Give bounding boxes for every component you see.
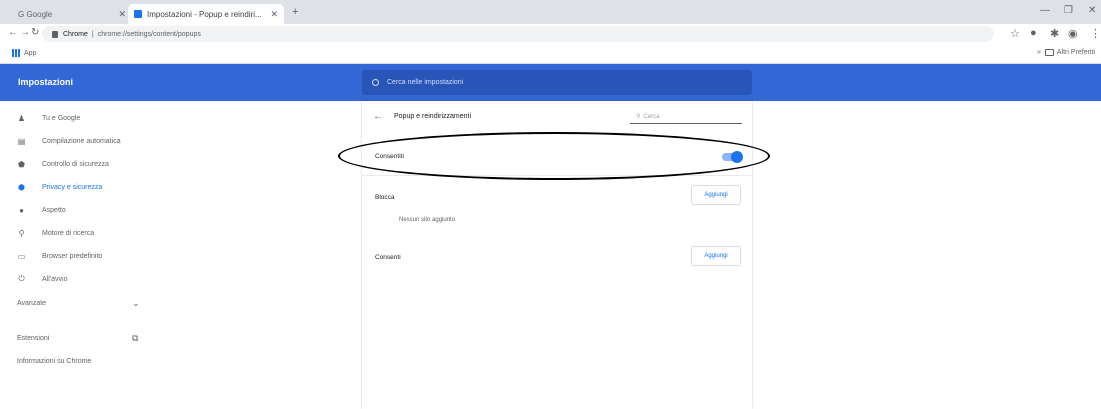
- search-icon: ⚲: [636, 114, 641, 120]
- sidebar-item-label: Browser predefinito: [42, 252, 103, 260]
- minimize-icon[interactable]: —: [1040, 5, 1050, 16]
- sidebar-item-label: Compilazione automatica: [42, 137, 121, 145]
- power-icon: ⏻: [18, 274, 25, 283]
- forward-arrow-icon[interactable]: →: [20, 27, 30, 38]
- block-empty-message: Nessun sito aggiunto: [399, 217, 456, 223]
- settings-search-input[interactable]: Cerca nelle impostazioni: [362, 70, 752, 95]
- maximize-icon[interactable]: ❐: [1064, 5, 1073, 16]
- block-section-label: Blocca: [375, 194, 395, 201]
- settings-search-placeholder: Cerca nelle impostazioni: [387, 79, 464, 86]
- reload-icon[interactable]: ↻: [31, 27, 39, 38]
- shield-icon: ⬟: [18, 159, 25, 169]
- sidebar-item-label: Privacy e sicurezza: [42, 183, 103, 191]
- subpage-search-placeholder: Cerca: [643, 113, 660, 120]
- bookmarks-bar: App » Altri Preferiti: [0, 44, 1101, 64]
- allowed-toggle[interactable]: [722, 151, 743, 163]
- sidebar-item-label: All'avvio: [42, 275, 68, 283]
- bookmark-other[interactable]: » Altri Preferiti: [1037, 49, 1095, 56]
- search-icon: ⚲: [18, 228, 25, 238]
- url-path: chrome://settings/content/popups: [97, 30, 201, 38]
- sidebar-extensions[interactable]: Estensioni ⧉: [17, 333, 138, 343]
- profile-avatar-icon[interactable]: ◉: [1068, 27, 1078, 40]
- chevron-right-icon: »: [1036, 49, 1041, 56]
- folder-icon: [1044, 49, 1054, 56]
- window-close-icon[interactable]: ✕: [1088, 5, 1096, 16]
- sidebar-item-appearance[interactable]: ● Aspetto: [16, 202, 66, 218]
- sidebar-advanced[interactable]: Avanzate ⌄: [17, 298, 140, 308]
- sidebar-about-label: Informazioni su Chrome: [17, 358, 92, 365]
- search-icon: [372, 79, 379, 86]
- tab-settings[interactable]: Impostazioni - Popup e reindiri... ✕: [128, 4, 284, 24]
- person-icon: ♟: [17, 113, 26, 123]
- sidebar-item-safety-check[interactable]: ⬟ Controllo di sicurezza: [16, 156, 109, 172]
- sidebar-item-default-browser[interactable]: ▭ Browser predefinito: [16, 248, 103, 264]
- new-tab-icon[interactable]: +: [292, 6, 298, 18]
- sidebar-advanced-label: Avanzate: [17, 300, 47, 307]
- url-host: Chrome: [63, 30, 88, 38]
- apps-label: App: [24, 49, 37, 57]
- chevron-down-icon: ⌄: [132, 298, 140, 308]
- settings-favicon-icon: [134, 10, 142, 18]
- lock-icon: [52, 30, 58, 38]
- sidebar-item-label: Motore di ricerca: [42, 229, 95, 237]
- star-icon[interactable]: ☆: [1010, 27, 1020, 40]
- address-bar[interactable]: Chrome | chrome://settings/content/popup…: [42, 26, 994, 42]
- sidebar-item-on-startup[interactable]: ⏻ All'avvio: [16, 271, 67, 287]
- sidebar-item-you-and-google[interactable]: ♟ Tu e Google: [16, 110, 80, 126]
- tab-settings-label: Impostazioni - Popup e reindiri...: [147, 9, 262, 19]
- tab-strip: G Google ✕ Impostazioni - Popup e reindi…: [0, 0, 1101, 24]
- close-icon[interactable]: ✕: [270, 9, 278, 20]
- allow-add-button[interactable]: Aggiungi: [691, 246, 741, 266]
- subpage-search-input[interactable]: ⚲ Cerca: [630, 110, 742, 124]
- open-in-new-icon: ⧉: [132, 333, 139, 343]
- extension-icon[interactable]: ●: [1030, 27, 1037, 39]
- sidebar-item-label: Controllo di sicurezza: [42, 160, 109, 168]
- apps-grid-icon: [12, 49, 20, 57]
- sidebar-item-privacy[interactable]: ⬢ Privacy e sicurezza: [16, 179, 102, 195]
- sidebar-extensions-label: Estensioni: [17, 335, 50, 342]
- back-arrow-icon[interactable]: ←: [8, 27, 18, 38]
- page-title: Impostazioni: [18, 77, 74, 87]
- block-add-button[interactable]: Aggiungi: [691, 185, 741, 205]
- shield-check-icon: ⬢: [18, 182, 25, 192]
- browser-toolbar: ← → ↻ Chrome | chrome://settings/content…: [0, 24, 1101, 44]
- sidebar-item-search-engine[interactable]: ⚲ Motore di ricerca: [16, 225, 95, 241]
- puzzle-icon[interactable]: ✱: [1050, 27, 1059, 40]
- back-arrow-icon[interactable]: ←: [373, 111, 383, 122]
- other-bookmarks-label: Altri Preferiti: [1056, 49, 1095, 56]
- menu-kebab-icon[interactable]: ⋮: [1090, 27, 1101, 40]
- tab-google-label: G Google: [18, 9, 53, 19]
- sidebar-item-autofill[interactable]: ▤ Compilazione automatica: [16, 133, 121, 149]
- sidebar-item-label: Aspetto: [42, 206, 66, 214]
- palette-icon: ●: [19, 205, 24, 215]
- toggle-knob: [731, 151, 743, 163]
- browser-icon: ▭: [17, 251, 26, 261]
- settings-sidebar: ♟ Tu e Google ▤ Compilazione automatica …: [0, 101, 160, 409]
- allowed-toggle-label: Consentiti: [375, 153, 404, 160]
- bookmark-apps[interactable]: App: [12, 49, 36, 57]
- allow-section-label: Consenti: [375, 254, 401, 261]
- sidebar-item-label: Tu e Google: [42, 114, 81, 122]
- divider: [362, 175, 752, 176]
- sidebar-about-chrome[interactable]: Informazioni su Chrome: [17, 358, 91, 365]
- settings-header: Impostazioni Cerca nelle impostazioni: [0, 64, 1101, 101]
- clipboard-icon: ▤: [17, 136, 26, 146]
- popups-settings-card: ← Popup e reindirizzamenti ⚲ Cerca Conse…: [362, 101, 752, 409]
- subpage-title: Popup e reindirizzamenti: [394, 113, 472, 120]
- close-icon[interactable]: ✕: [118, 9, 126, 20]
